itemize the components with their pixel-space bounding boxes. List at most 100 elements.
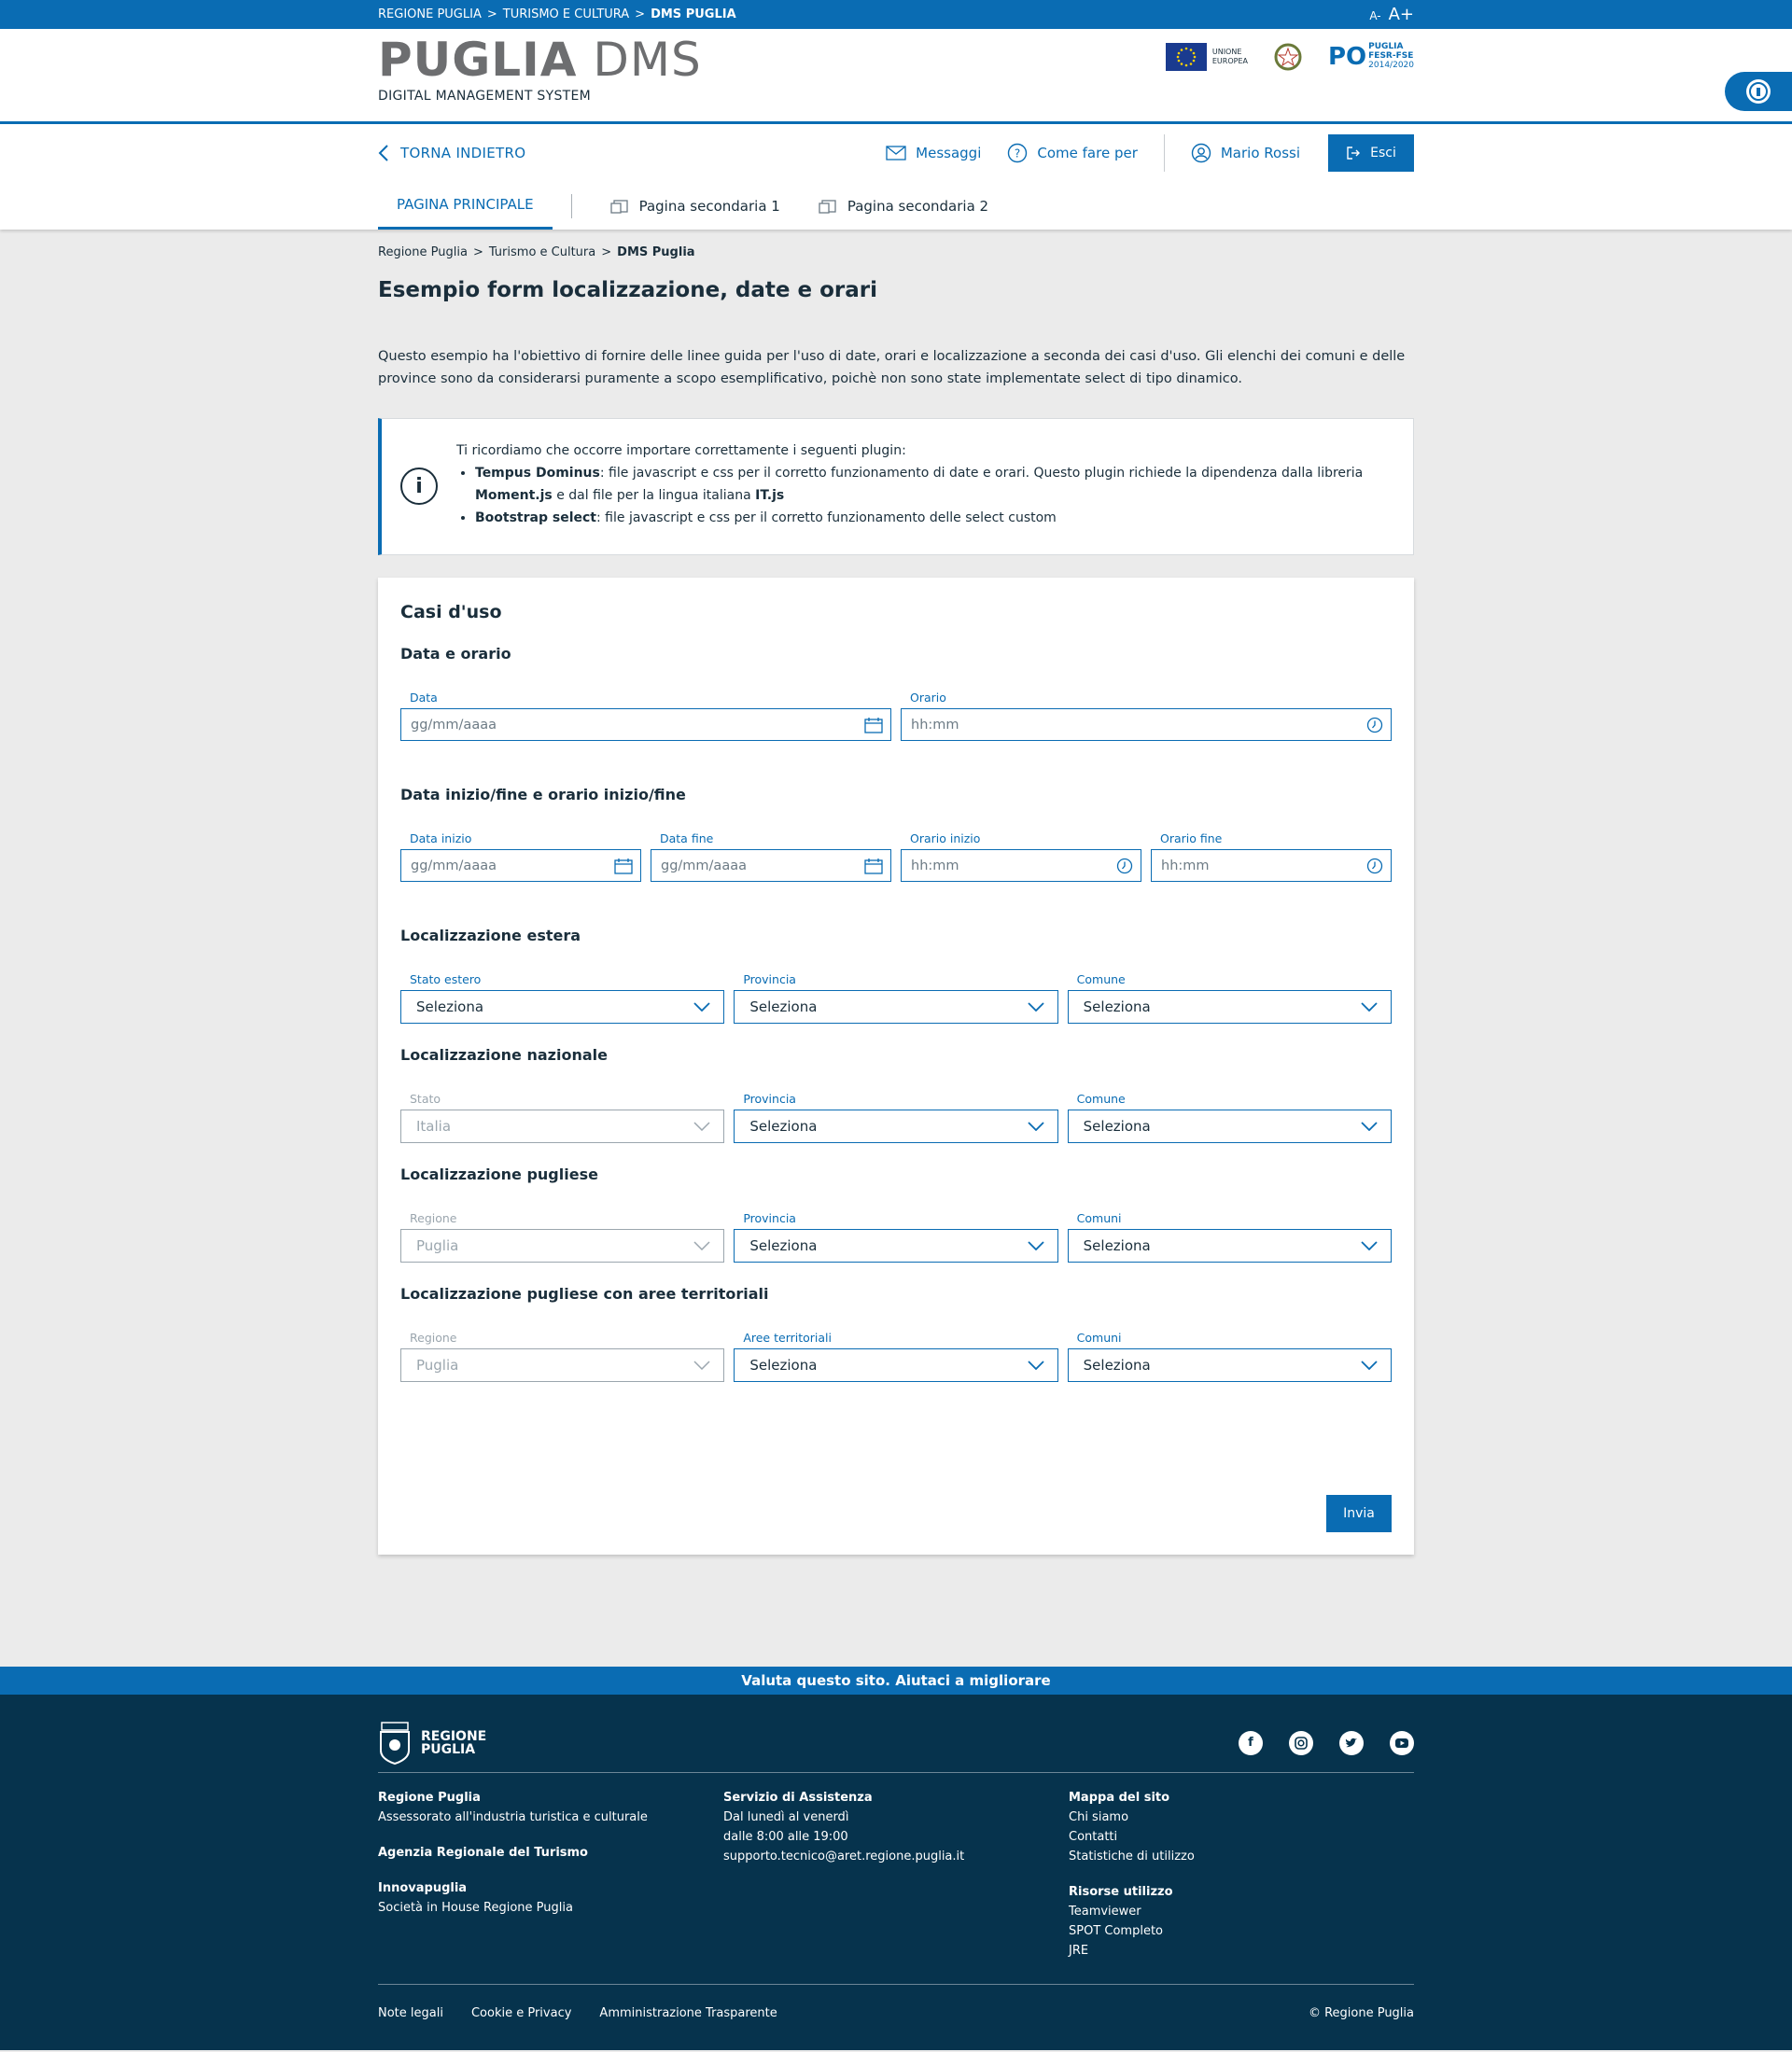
date-input[interactable]: gg/mm/aaaa [400, 708, 891, 741]
logo-subtitle: DIGITAL MANAGEMENT SYSTEM [378, 89, 592, 104]
user-menu[interactable]: Mario Rossi [1191, 143, 1300, 163]
legal-link[interactable]: Cookie e Privacy [471, 2006, 571, 2020]
footer-heading: Innovapuglia [378, 1881, 468, 1895]
calendar-icon[interactable] [864, 717, 883, 733]
field-label: Data fine [660, 831, 714, 845]
back-link[interactable]: TORNA INDIETRO [378, 144, 525, 162]
select-value: Italia [416, 1118, 452, 1135]
clock-icon[interactable] [1116, 858, 1133, 874]
info-item-bold: Tempus Dominus [475, 466, 600, 481]
top-crumb-dms[interactable]: DMS PUGLIA [651, 7, 736, 21]
clock-icon[interactable] [1366, 717, 1383, 733]
section-title: Data e orario [400, 645, 511, 663]
footer-link[interactable]: Teamviewer [1069, 1902, 1414, 1921]
top-crumb-turismo[interactable]: TURISMO E CULTURA [503, 7, 629, 21]
logout-icon [1346, 146, 1361, 161]
footer-heading[interactable]: Agenzia Regionale del Turismo [378, 1843, 723, 1863]
footer-link[interactable]: Società in House Regione Puglia [378, 1898, 723, 1918]
footer-column-assistenza: Servizio di Assistenza Dal lunedì al ven… [723, 1788, 1069, 1984]
crumb-separator: > [635, 7, 646, 21]
tab-pagina-secondaria-1[interactable]: Pagina secondaria 1 [591, 182, 799, 230]
youtube-icon[interactable] [1390, 1730, 1414, 1755]
tab-label: Pagina secondaria 1 [638, 197, 780, 215]
user-name: Mario Rossi [1220, 145, 1300, 161]
howto-link[interactable]: ? Come fare per [1007, 143, 1138, 163]
comuni-select[interactable]: Seleziona [1067, 1229, 1392, 1263]
breadcrumb-item[interactable]: Regione Puglia [378, 245, 468, 259]
footer-link[interactable]: Chi siamo [1069, 1808, 1414, 1827]
foreign-state-select[interactable]: Seleziona [400, 990, 725, 1024]
end-date-input[interactable]: gg/mm/aaaa [651, 849, 891, 882]
howto-label: Come fare per [1037, 145, 1138, 161]
feedback-banner[interactable]: Valuta questo sito. Aiutaci a migliorare [0, 1667, 1792, 1695]
tab-pagina-principale[interactable]: PAGINA PRINCIPALE [378, 182, 553, 230]
chevron-down-icon [693, 1241, 710, 1250]
calendar-icon[interactable] [614, 858, 633, 874]
accessibility-badge-button[interactable] [1725, 72, 1792, 111]
footer-link[interactable]: Assessorato all'industria turistica e cu… [378, 1808, 723, 1827]
help-icon: ? [1007, 143, 1028, 163]
territorial-area-select[interactable]: Seleziona [734, 1348, 1058, 1382]
dms-logo[interactable]: PUGLIA DMS DIGITAL MANAGEMENT SYSTEM [378, 36, 702, 104]
info-item-bootstrap: Bootstrap select: file javascript e css … [475, 507, 1391, 529]
footer-text: dalle 8:00 alle 19:00 [723, 1830, 848, 1844]
province-select[interactable]: Seleziona [734, 1110, 1058, 1143]
footer-logo-line1: REGIONE [421, 1728, 487, 1744]
footer-link[interactable]: JRE [1069, 1941, 1414, 1961]
twitter-icon[interactable] [1339, 1730, 1364, 1755]
logo-bold-text: PUGLIA [378, 33, 578, 87]
form-card: Casi d'uso Data e orario Data gg/mm/aaaa… [378, 578, 1414, 1555]
select-value: Puglia [416, 1237, 459, 1254]
clock-icon[interactable] [1366, 858, 1383, 874]
font-increase-button[interactable]: A+ [1389, 5, 1414, 24]
input-placeholder: gg/mm/aaaa [411, 858, 497, 873]
select-value: Seleziona [749, 1237, 818, 1254]
comune-select[interactable]: Seleziona [1067, 1110, 1392, 1143]
site-header: PUGLIA DMS DIGITAL MANAGEMENT SYSTEM UNI… [0, 29, 1792, 124]
breadcrumb: Regione Puglia > Turismo e Cultura > DMS… [378, 230, 1414, 259]
font-decrease-button[interactable]: A- [1369, 9, 1380, 22]
select-value: Puglia [416, 1357, 459, 1374]
legal-link[interactable]: Note legali [378, 2006, 443, 2020]
province-select[interactable]: Seleziona [734, 1229, 1058, 1263]
main-navigation: TORNA INDIETRO Messaggi ? Come fare per [0, 124, 1792, 230]
comune-select[interactable]: Seleziona [1067, 990, 1392, 1024]
legal-link[interactable]: Amministrazione Trasparente [599, 2006, 777, 2020]
state-select: Italia [400, 1110, 725, 1143]
time-input[interactable]: hh:mm [901, 708, 1392, 741]
field-label: Provincia [743, 972, 796, 986]
top-crumb-regione[interactable]: REGIONE PUGLIA [378, 7, 482, 21]
comuni-select[interactable]: Seleziona [1067, 1348, 1392, 1382]
section-title: Localizzazione estera [400, 927, 581, 944]
social-links: f [1239, 1730, 1414, 1755]
tab-pagina-secondaria-2[interactable]: Pagina secondaria 2 [799, 182, 1007, 230]
breadcrumb-item[interactable]: Turismo e Cultura [489, 245, 595, 259]
regione-puglia-logo[interactable]: REGIONE PUGLIA [378, 1721, 486, 1766]
select-value: Seleziona [1083, 998, 1151, 1015]
top-bar: REGIONE PUGLIA > TURISMO E CULTURA > DMS… [0, 0, 1792, 29]
instagram-icon[interactable] [1289, 1730, 1313, 1755]
field-label: Stato estero [410, 972, 482, 986]
province-select[interactable]: Seleziona [734, 990, 1058, 1024]
start-time-input[interactable]: hh:mm [901, 849, 1141, 882]
page-title: Esempio form localizzazione, date e orar… [378, 278, 878, 302]
facebook-icon[interactable]: f [1239, 1730, 1263, 1755]
calendar-icon[interactable] [864, 858, 883, 874]
support-email-link[interactable]: supporto.tecnico@aret.regione.puglia.it [723, 1847, 1069, 1866]
end-time-input[interactable]: hh:mm [1151, 849, 1392, 882]
chevron-down-icon [1028, 1002, 1044, 1012]
submit-button[interactable]: Invia [1326, 1495, 1392, 1532]
footer-link[interactable]: Statistiche di utilizzo [1069, 1847, 1414, 1866]
envelope-icon [886, 146, 906, 161]
section-title: Localizzazione nazionale [400, 1046, 608, 1064]
logout-button[interactable]: Esci [1328, 134, 1414, 172]
start-date-input[interactable]: gg/mm/aaaa [400, 849, 641, 882]
footer-link[interactable]: Contatti [1069, 1827, 1414, 1847]
breadcrumb-separator: > [601, 245, 612, 259]
eu-flag-icon [1165, 43, 1207, 71]
footer-link[interactable]: SPOT Completo [1069, 1921, 1414, 1941]
crumb-separator: > [486, 7, 497, 21]
eu-text-line1: UNIONE [1211, 48, 1242, 57]
input-placeholder: hh:mm [911, 858, 959, 873]
messages-link[interactable]: Messaggi [886, 145, 981, 161]
